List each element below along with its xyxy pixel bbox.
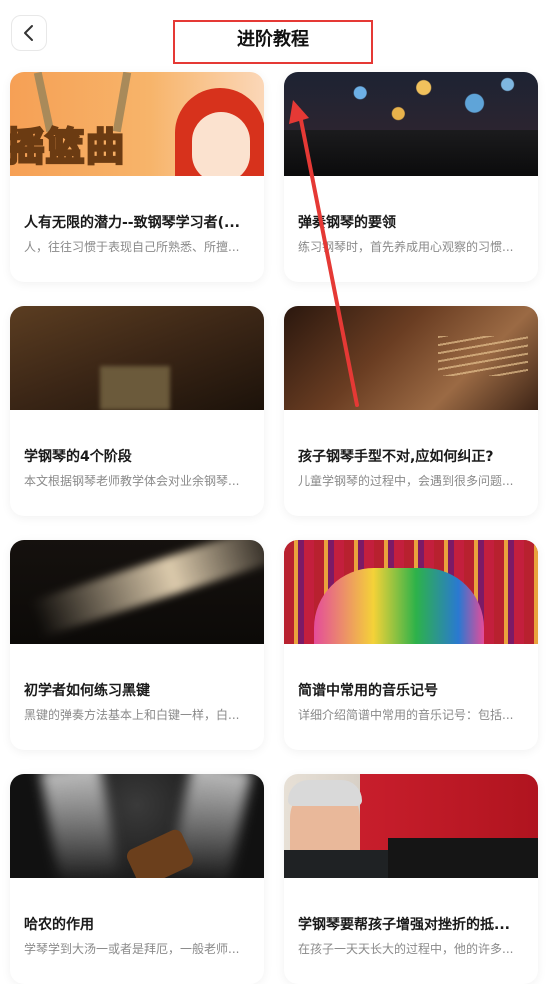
tutorial-card[interactable]: 学钢琴的4个阶段 本文根据钢琴老师教学体会对业余钢琴...	[10, 306, 264, 516]
card-title: 简谱中常用的音乐记号	[298, 683, 438, 699]
card-thumbnail	[284, 306, 538, 410]
card-thumbnail	[284, 540, 538, 644]
tutorial-card[interactable]: 哈农的作用 学琴学到大汤一或者是拜厄，一般老师...	[10, 774, 264, 984]
card-description: 儿童学钢琴的过程中，会遇到很多问题...	[298, 474, 514, 488]
card-description: 黑键的弹奏方法基本上和白键一样，白...	[24, 708, 240, 722]
card-thumbnail	[284, 774, 538, 878]
card-title: 初学者如何练习黑键	[24, 683, 150, 699]
card-title: 人有无限的潜力--致钢琴学习者(...	[24, 215, 240, 231]
card-description: 人，往往习惯于表现自己所熟悉、所擅...	[24, 240, 240, 254]
card-description: 本文根据钢琴老师教学体会对业余钢琴...	[24, 474, 240, 488]
card-title: 学钢琴要帮孩子增强对挫折的抵...	[298, 917, 510, 933]
card-thumbnail	[10, 540, 264, 644]
tutorial-card[interactable]: 摇篮曲 人有无限的潜力--致钢琴学习者(... 人，往往习惯于表现自己所熟悉、所…	[10, 72, 264, 282]
card-description: 详细介绍简谱中常用的音乐记号：包括...	[298, 708, 514, 722]
tutorial-card[interactable]: 简谱中常用的音乐记号 详细介绍简谱中常用的音乐记号：包括...	[284, 540, 538, 750]
tutorial-card[interactable]: 初学者如何练习黑键 黑键的弹奏方法基本上和白键一样，白...	[10, 540, 264, 750]
tutorial-card[interactable]: 孩子钢琴手型不对,应如何纠正? 儿童学钢琴的过程中，会遇到很多问题...	[284, 306, 538, 516]
card-description: 在孩子一天天长大的过程中，他的许多...	[298, 942, 514, 956]
card-title: 弹奏钢琴的要领	[298, 215, 396, 231]
thumbnail-text: 摇篮曲	[10, 124, 127, 171]
card-description: 学琴学到大汤一或者是拜厄，一般老师...	[24, 942, 240, 956]
tutorial-card[interactable]: 弹奏钢琴的要领 练习钢琴时，首先养成用心观察的习惯...	[284, 72, 538, 282]
card-title: 孩子钢琴手型不对,应如何纠正?	[298, 449, 494, 465]
tutorial-grid: 摇篮曲 人有无限的潜力--致钢琴学习者(... 人，往往习惯于表现自己所熟悉、所…	[0, 0, 547, 984]
card-description: 练习钢琴时，首先养成用心观察的习惯...	[298, 240, 514, 254]
card-title: 学钢琴的4个阶段	[24, 449, 132, 465]
card-title: 哈农的作用	[24, 917, 94, 933]
card-thumbnail	[10, 774, 264, 878]
tutorial-card[interactable]: 学钢琴要帮孩子增强对挫折的抵... 在孩子一天天长大的过程中，他的许多...	[284, 774, 538, 984]
card-thumbnail	[284, 72, 538, 176]
card-thumbnail: 摇篮曲	[10, 72, 264, 176]
card-thumbnail	[10, 306, 264, 410]
